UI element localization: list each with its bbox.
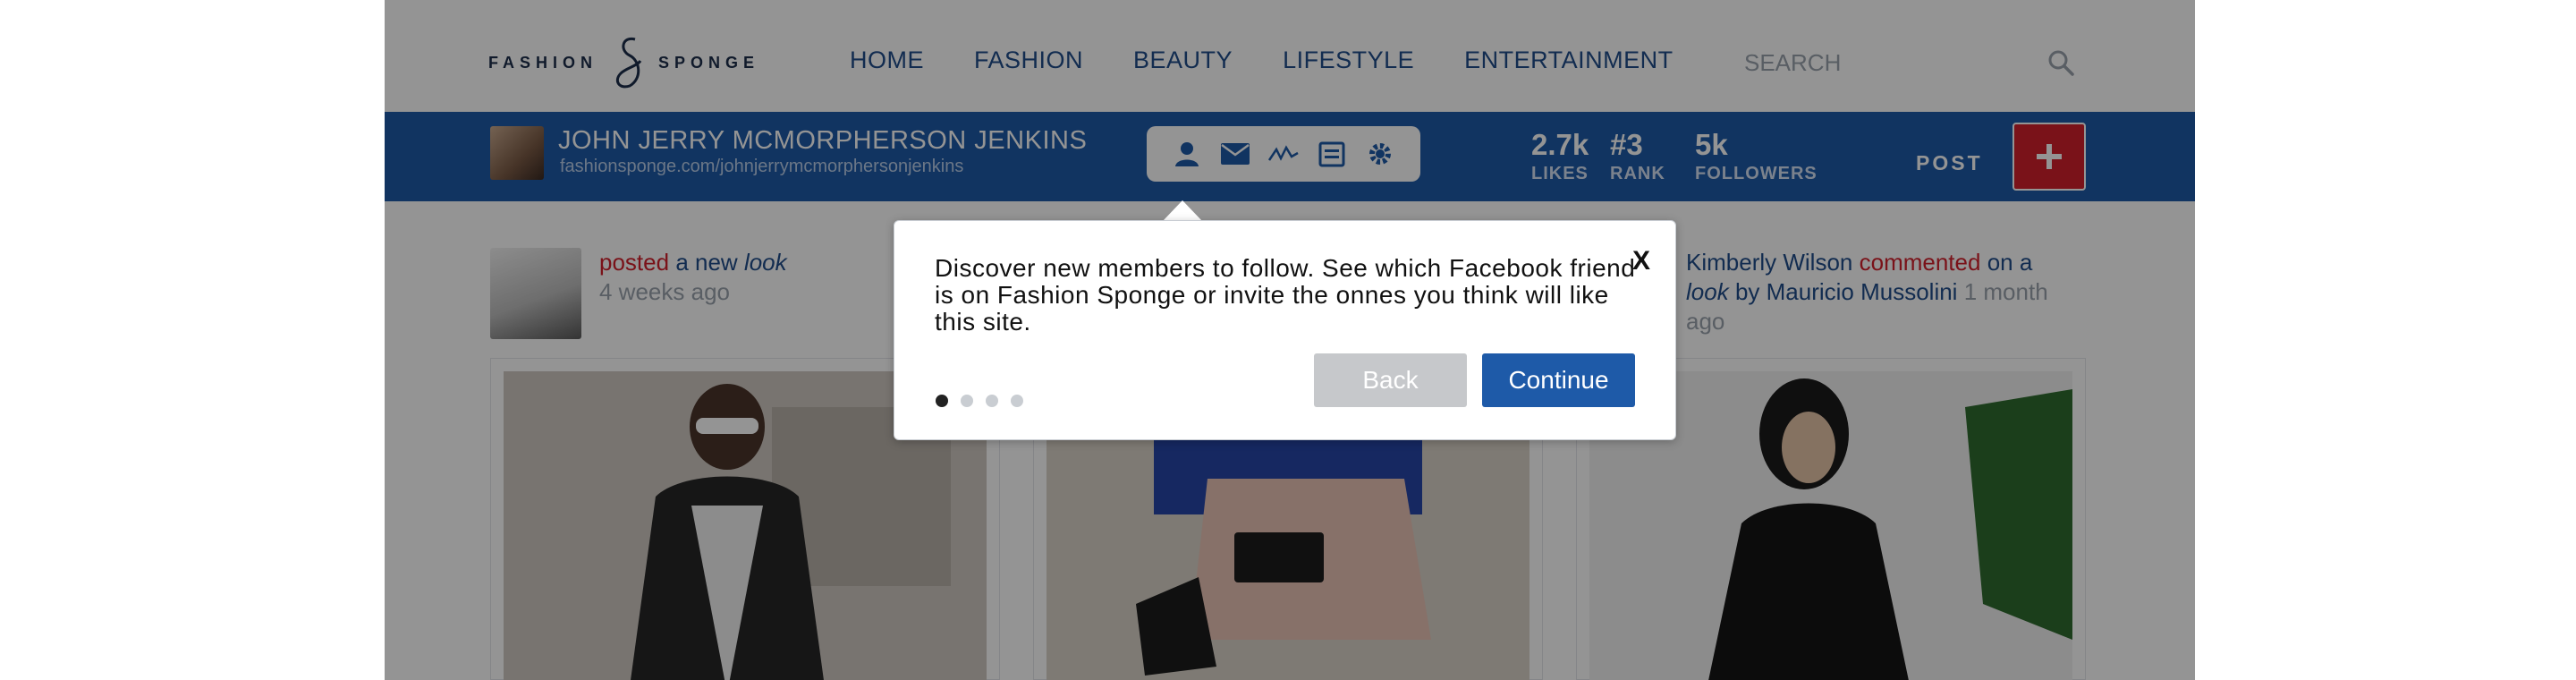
onboarding-tooltip: Discover new members to follow. See whic… [894,220,1676,440]
back-button[interactable]: Back [1314,353,1467,407]
tooltip-pointer [1163,200,1202,221]
step-dot[interactable] [1011,395,1023,407]
step-indicator [936,395,1023,407]
continue-button[interactable]: Continue [1482,353,1635,407]
step-dot[interactable] [961,395,973,407]
step-dot[interactable] [936,395,948,407]
step-dot[interactable] [986,395,998,407]
close-button[interactable]: X [1632,246,1650,276]
tooltip-message: Discover new members to follow. See whic… [935,254,1636,336]
page: FASHION SPONGE HOME FASHION BEAUTY LIFES… [0,0,2576,680]
